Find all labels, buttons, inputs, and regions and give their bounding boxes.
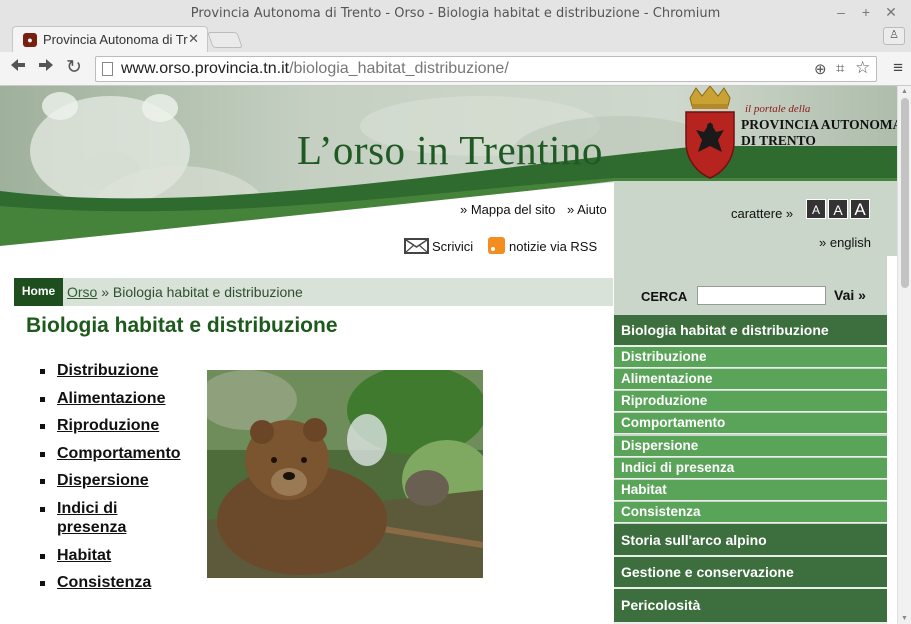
sidemenu-item-alimentazione[interactable]: Alimentazione <box>614 369 887 390</box>
list-item[interactable]: Dispersione <box>40 471 190 491</box>
font-size-medium-button[interactable]: A <box>828 199 848 219</box>
page-icon <box>102 62 113 76</box>
sidemenu-item-indici-di-presenza[interactable]: Indici di presenza <box>614 458 887 479</box>
scrollbar-thumb[interactable] <box>901 98 909 288</box>
search-label: CERCA <box>641 289 688 304</box>
scroll-down-icon[interactable]: ▼ <box>901 615 908 622</box>
browser-toolbar: ↻ www.orso.provincia.tn.it/biologia_habi… <box>0 52 911 86</box>
content-link-list: Distribuzione Alimentazione Riproduzione… <box>40 361 190 601</box>
trento-coat-of-arms-icon <box>685 86 735 179</box>
sidemenu-item-dispersione[interactable]: Dispersione <box>614 436 887 457</box>
breadcrumb-separator: » <box>97 284 113 300</box>
breadcrumb-home[interactable]: Home <box>14 278 63 306</box>
content-link[interactable]: Indici di presenza <box>57 500 126 537</box>
list-item[interactable]: Consistenza <box>40 573 190 593</box>
page-title: Biologia habitat e distribuzione <box>26 314 338 337</box>
forward-icon[interactable] <box>36 58 56 78</box>
sidemenu-item-comportamento[interactable]: Comportamento <box>614 413 887 434</box>
site-title[interactable]: L’orso in Trentino <box>297 126 603 174</box>
reload-icon[interactable]: ↻ <box>64 58 84 78</box>
content-link[interactable]: Dispersione <box>57 472 149 489</box>
font-size-small-button[interactable]: A <box>806 199 826 219</box>
page-viewport: L’orso in Trentino il portale della PROV… <box>0 86 897 624</box>
address-bar[interactable]: www.orso.provincia.tn.it/biologia_habita… <box>95 56 877 82</box>
write-link[interactable]: Scrivici <box>432 239 473 254</box>
sidemenu-item-consistenza[interactable]: Consistenza <box>614 502 887 523</box>
tab-strip: ● Provincia Autonoma di Tr ✕ ♙ <box>0 22 911 52</box>
bear-photo <box>207 370 483 578</box>
content-link[interactable]: Comportamento <box>57 445 181 462</box>
url-text[interactable]: www.orso.provincia.tn.it/biologia_habita… <box>121 60 509 78</box>
portal-line-1: PROVINCIA AUTONOMA <box>741 117 897 132</box>
list-item[interactable]: Habitat <box>40 546 190 566</box>
tab-title: Provincia Autonoma di Tr <box>43 32 188 47</box>
back-icon[interactable] <box>8 58 28 78</box>
window-close-icon[interactable]: ✕ <box>881 4 901 21</box>
sidemenu-active-section[interactable]: Biologia habitat e distribuzione <box>614 315 887 347</box>
sitemap-link[interactable]: » Mappa del sito <box>460 202 555 217</box>
help-link[interactable]: » Aiuto <box>567 202 607 217</box>
profile-icon[interactable]: ♙ <box>883 27 905 45</box>
rss-icon[interactable] <box>488 237 505 254</box>
english-link[interactable]: » english <box>819 235 871 250</box>
portal-small-label: il portale della <box>745 103 811 115</box>
content-link[interactable]: Habitat <box>57 547 111 564</box>
scroll-up-icon[interactable]: ▲ <box>901 88 908 95</box>
page-scrollbar[interactable]: ▲ ▼ <box>897 86 911 624</box>
translate-icon[interactable]: ⌗ <box>836 60 844 77</box>
sidemenu-item-distribuzione[interactable]: Distribuzione <box>614 347 887 368</box>
zoom-icon[interactable]: ⊕ <box>814 60 827 78</box>
browser-tab[interactable]: ● Provincia Autonoma di Tr ✕ <box>12 26 208 52</box>
minimize-icon[interactable]: ‒ <box>831 4 851 20</box>
sidemenu-section-gestione[interactable]: Gestione e conservazione <box>614 557 887 589</box>
rss-link[interactable]: notizie via RSS <box>509 239 597 254</box>
sidemenu-section-pericolosita[interactable]: Pericolosità <box>614 589 887 624</box>
content-link[interactable]: Riproduzione <box>57 417 159 434</box>
breadcrumb-parent-link[interactable]: Orso <box>67 284 97 300</box>
list-item[interactable]: Distribuzione <box>40 361 190 381</box>
breadcrumb-current: Biologia habitat e distribuzione <box>112 284 303 300</box>
list-item[interactable]: Indici di presenza <box>40 499 190 538</box>
window-title: Provincia Autonoma di Trento - Orso - Bi… <box>190 6 721 21</box>
search-button[interactable]: Vai » <box>834 287 866 303</box>
maximize-icon[interactable]: + <box>856 4 876 20</box>
list-item[interactable]: Alimentazione <box>40 389 190 409</box>
mail-icon[interactable] <box>404 238 429 254</box>
sidemenu-item-habitat[interactable]: Habitat <box>614 480 887 501</box>
bookmark-star-icon[interactable]: ☆ <box>855 58 870 78</box>
list-item[interactable]: Comportamento <box>40 444 190 464</box>
sidemenu-item-riproduzione[interactable]: Riproduzione <box>614 391 887 412</box>
tab-close-icon[interactable]: ✕ <box>188 31 199 47</box>
breadcrumb: Home Orso » Biologia habitat e distribuz… <box>14 278 613 306</box>
list-item[interactable]: Riproduzione <box>40 416 190 436</box>
breadcrumb-trail: Orso » Biologia habitat e distribuzione <box>67 284 303 300</box>
content-link[interactable]: Alimentazione <box>57 390 165 407</box>
content-link[interactable]: Distribuzione <box>57 362 158 379</box>
sidemenu-section-storia[interactable]: Storia sull'arco alpino <box>614 524 887 557</box>
font-size-large-button[interactable]: A <box>850 199 870 219</box>
new-tab-button[interactable] <box>207 32 243 48</box>
font-size-label: carattere » <box>731 206 794 221</box>
search-input[interactable] <box>697 286 826 305</box>
browser-menu-icon[interactable]: ≡ <box>893 58 903 78</box>
portal-line-2: DI TRENTO <box>741 133 816 148</box>
content-link[interactable]: Consistenza <box>57 574 151 591</box>
bear-paw-favicon-icon: ● <box>23 33 37 47</box>
